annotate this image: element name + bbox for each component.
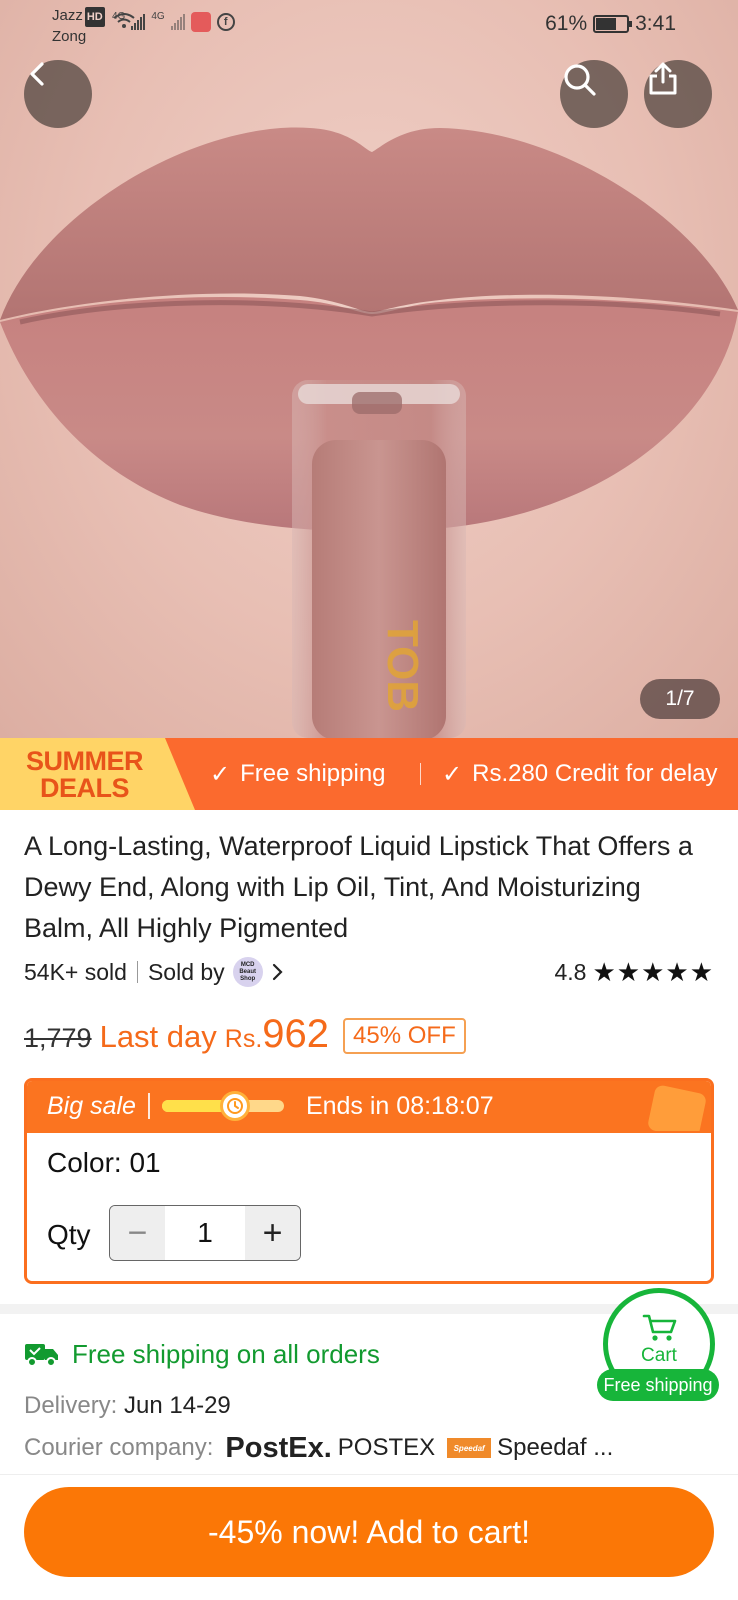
last-day-label: Last day — [99, 1019, 217, 1054]
wifi-icon — [113, 13, 135, 28]
deal-credit: ✓ Rs.280 Credit for delay — [442, 738, 718, 810]
deal-divider — [420, 763, 421, 785]
increase-qty-button[interactable]: + — [245, 1206, 300, 1260]
cart-free-shipping-pill: Free shipping — [597, 1369, 719, 1401]
app-notification-icon — [190, 12, 211, 32]
hd-badge: HD — [84, 7, 105, 27]
clock-time: 3:41 — [635, 12, 676, 35]
qty-label: Qty — [47, 1219, 91, 1250]
free-shipping-label: Free shipping on all orders — [72, 1338, 380, 1369]
delivery-label: Delivery: — [24, 1392, 118, 1419]
big-sale-label: Big sale — [47, 1091, 136, 1120]
summer-deals-strip[interactable]: SUMMER DEALS ✓ Free shipping ✓ Rs.280 Cr… — [0, 738, 738, 810]
badge-line1: SUMMER — [26, 746, 144, 776]
battery-time: 61% 3:41 — [545, 12, 676, 36]
divider — [136, 961, 138, 983]
search-button[interactable] — [560, 60, 628, 128]
original-price: 1,779 — [24, 1023, 92, 1053]
truck-icon — [25, 1344, 58, 1367]
tube-print-text: TOB — [378, 620, 427, 712]
status-bar: Jazz HD Zong 4G 4G f 61% 3:41 — [0, 0, 738, 50]
lipstick-lips-illustration: TOB — [0, 127, 738, 738]
facebook-icon: f — [216, 13, 235, 31]
sale-progress-bar — [161, 1091, 284, 1121]
clock-icon — [220, 1091, 251, 1121]
big-sale-header: Big sale Ends in 08:18:07 — [27, 1081, 711, 1140]
courier-info: Courier company: PostEx. POSTEX Speedaf … — [24, 1430, 613, 1466]
signal2-icon — [170, 14, 185, 30]
delivery-dates: Jun 14-29 — [124, 1392, 231, 1419]
check-icon: ✓ — [210, 760, 231, 788]
quantity-value[interactable]: 1 — [165, 1206, 245, 1260]
battery-icon — [593, 15, 633, 33]
price-row: 1,779 Last day Rs. 962 45% OFF — [24, 1012, 466, 1062]
image-counter: 1/7 — [640, 679, 720, 719]
carrier1-name: Jazz — [52, 7, 83, 24]
deal-free-shipping-label: Free shipping — [240, 760, 386, 787]
back-button[interactable] — [24, 60, 92, 128]
cart-label: Cart — [641, 1345, 677, 1366]
deal-free-shipping: ✓ Free shipping — [210, 738, 386, 810]
variant-selector: Color: 01 Qty − 1 + — [27, 1131, 711, 1281]
search-icon — [564, 64, 596, 96]
courier2-name: Speedaf ... — [497, 1434, 614, 1461]
postex-logo: PostEx. — [225, 1431, 332, 1464]
badge-line2: DEALS — [39, 773, 130, 803]
product-image[interactable]: TOB Jazz HD Zong 4G 4G f 61% 3:41 1/7 — [0, 0, 738, 738]
speedaf-logo: Speedaf — [447, 1438, 492, 1458]
network-icons: 4G 4G f — [112, 10, 235, 32]
add-to-cart-button[interactable]: -45% now! Add to cart! — [24, 1487, 714, 1577]
star-rating-icon: ★★★★★ — [592, 956, 714, 987]
summer-deals-badge: SUMMER DEALS — [0, 738, 195, 810]
sale-countdown: Ends in 08:18:07 — [305, 1091, 494, 1120]
sale-price: 962 — [262, 1012, 330, 1056]
color-selection[interactable]: Color: 01 — [47, 1147, 161, 1179]
share-button[interactable] — [644, 60, 712, 128]
sold-by-label: Sold by — [147, 958, 225, 985]
battery-percent: 61% — [545, 12, 588, 35]
shop-link[interactable]: Sold by MCD Beaut Shop — [148, 957, 285, 987]
courier-label: Courier company: — [24, 1434, 214, 1461]
free-shipping-row[interactable]: Free shipping on all orders — [24, 1336, 380, 1372]
rating-value: 4.8 — [554, 958, 587, 985]
chevron-right-icon — [272, 963, 283, 981]
carrier2-name: Zong — [52, 28, 87, 45]
big-sale-box: Big sale Ends in 08:18:07 Color: 01 Qty … — [24, 1078, 714, 1284]
share-icon — [649, 62, 677, 95]
check-icon: ✓ — [442, 760, 463, 788]
quantity-stepper: − 1 + — [109, 1205, 301, 1261]
deal-credit-label: Rs.280 Credit for delay — [472, 760, 718, 787]
product-title: A Long-Lasting, Waterproof Liquid Lipsti… — [24, 831, 693, 943]
shop-logo: MCD Beaut Shop — [232, 957, 263, 987]
currency: Rs. — [224, 1025, 263, 1053]
divider — [147, 1093, 150, 1119]
chevron-left-icon — [30, 62, 44, 86]
rating[interactable]: 4.8 ★★★★★ — [554, 956, 714, 988]
courier1-name: POSTEX — [337, 1434, 436, 1461]
discount-badge: 45% OFF — [343, 1018, 466, 1054]
decrease-qty-button[interactable]: − — [110, 1206, 165, 1260]
sold-count: 54K+ sold — [24, 958, 127, 985]
delivery-info: Delivery: Jun 14-29 — [24, 1392, 231, 1420]
bottom-action-bar: -45% now! Add to cart! — [0, 1474, 738, 1600]
network2-label: 4G — [151, 10, 165, 22]
cart-icon — [642, 1314, 677, 1341]
carrier-info: Jazz HD Zong — [52, 6, 105, 47]
